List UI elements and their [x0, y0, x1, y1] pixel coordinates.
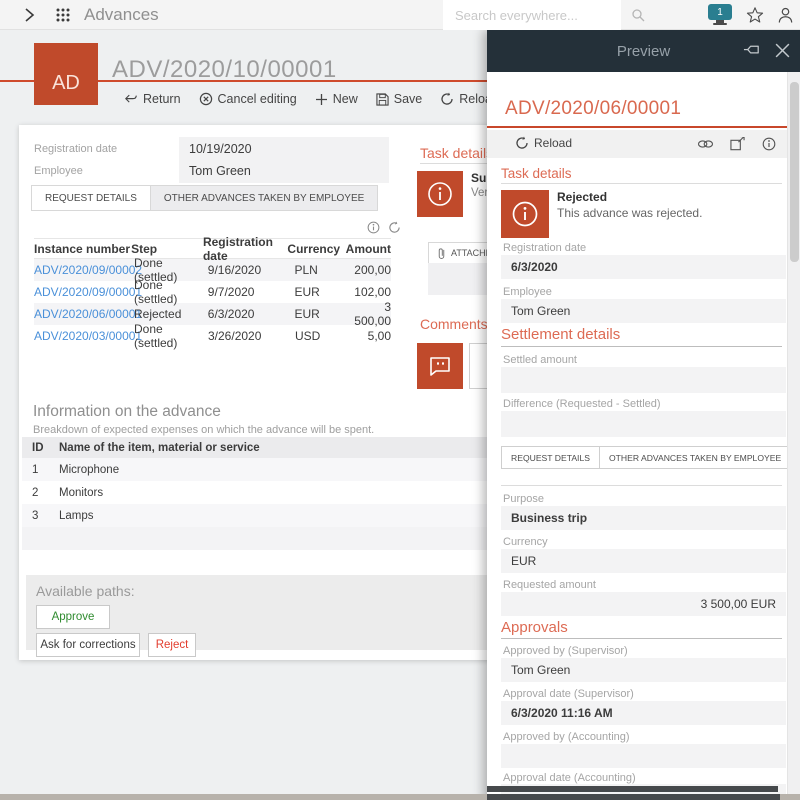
search-input[interactable]	[455, 8, 631, 23]
paperclip-icon	[437, 247, 446, 260]
task-details-heading: Task details	[420, 145, 493, 161]
tasks-counter-badge: 1	[708, 4, 732, 20]
available-paths-label: Available paths:	[36, 583, 135, 599]
employee-label: Employee	[34, 165, 83, 177]
purpose-label: Purpose	[503, 493, 544, 505]
instance-link[interactable]: ADV/2020/03/00001	[34, 329, 134, 343]
preview-employee-label: Employee	[503, 286, 552, 298]
preview-task-status: Rejected	[557, 190, 607, 204]
preview-registration-date-value: 6/3/2020	[501, 255, 786, 279]
pin-icon[interactable]	[743, 42, 762, 60]
currency-label: Currency	[503, 536, 548, 548]
user-profile-icon[interactable]	[772, 0, 798, 30]
task-status-icon	[417, 171, 463, 217]
preview-doc-title: ADV/2020/06/00001	[505, 98, 681, 120]
approved-by-accounting-label: Approved by (Accounting)	[503, 731, 630, 743]
preview-vertical-scrollbar[interactable]	[787, 72, 800, 800]
difference-value	[501, 411, 786, 437]
settled-amount-value	[501, 367, 786, 393]
scrollbar-thumb[interactable]	[487, 794, 780, 800]
requested-amount-label: Requested amount	[503, 579, 596, 591]
copy-link-icon[interactable]	[697, 137, 714, 151]
scrollbar-thumb[interactable]	[790, 82, 799, 262]
tab-other-advances[interactable]: OTHER ADVANCES TAKEN BY EMPLOYEE	[151, 185, 378, 211]
registration-date-label: Registration date	[34, 143, 117, 155]
preview-reload-button[interactable]: Reload	[515, 136, 572, 150]
avatar: AD	[34, 43, 98, 105]
table-header: Instance number Step Registration date C…	[34, 238, 391, 259]
instance-link[interactable]: ADV/2020/09/00002	[34, 263, 134, 277]
preview-tab-other-advances[interactable]: OTHER ADVANCES TAKEN BY EMPLOYEE	[600, 446, 791, 469]
cancel-editing-button[interactable]: Cancel editing	[199, 88, 297, 110]
settlement-details-heading: Settlement details	[501, 326, 620, 343]
difference-label: Difference (Requested - Settled)	[503, 398, 661, 410]
table-row: ADV/2020/03/00001 Done (settled) 3/26/20…	[34, 325, 391, 347]
return-button[interactable]: Return	[124, 88, 181, 110]
info-section-subtitle: Breakdown of expected expenses on which …	[33, 424, 374, 436]
ask-for-corrections-button[interactable]: Ask for corrections	[36, 633, 140, 657]
table-row: ADV/2020/09/00001 Done (settled) 9/7/202…	[34, 281, 391, 303]
settled-amount-label: Settled amount	[503, 354, 577, 366]
close-icon[interactable]	[774, 42, 791, 59]
tab-request-details[interactable]: REQUEST DETAILS	[31, 185, 151, 211]
registration-date-value: 10/19/2020	[189, 142, 252, 156]
requested-amount-value: 3 500,00 EUR	[501, 592, 786, 616]
save-button[interactable]: Save	[376, 88, 423, 110]
info-icon[interactable]	[367, 221, 380, 234]
preview-task-description: This advance was rejected.	[557, 206, 702, 220]
expand-chevron-icon[interactable]	[14, 0, 44, 30]
preview-task-status-icon	[501, 190, 549, 238]
preview-header: Preview	[487, 30, 800, 72]
approved-by-supervisor-label: Approved by (Supervisor)	[503, 645, 628, 657]
form-tabs: REQUEST DETAILS OTHER ADVANCES TAKEN BY …	[31, 185, 378, 211]
instance-link[interactable]: ADV/2020/09/00001	[34, 285, 134, 299]
preview-registration-date-label: Registration date	[503, 242, 586, 254]
reload-icon	[515, 136, 529, 150]
new-button[interactable]: New	[315, 88, 358, 110]
preview-toolbar: Reload	[487, 130, 787, 158]
preview-panel: Preview ADV/2020/06/00001 Reload Task de…	[487, 30, 800, 800]
page-title: ADV/2020/10/00001	[112, 56, 337, 84]
top-bar: Advances 1	[0, 0, 800, 30]
info-icon[interactable]	[762, 137, 776, 151]
info-section-title: Information on the advance	[33, 403, 221, 421]
table-row: ADV/2020/06/00001 Rejected 6/3/2020 EUR …	[34, 303, 391, 325]
instance-link[interactable]: ADV/2020/06/00001	[34, 307, 134, 321]
preview-tabs: REQUEST DETAILS OTHER ADVANCES TAKEN BY …	[501, 446, 791, 469]
favorites-star-icon[interactable]	[742, 0, 768, 30]
preview-employee-value: Tom Green	[501, 299, 786, 323]
page-horizontal-scrollbar[interactable]	[0, 794, 800, 800]
approve-button[interactable]: Approve	[36, 605, 110, 629]
table-actions	[367, 221, 401, 234]
tasks-counter-icon[interactable]: 1	[706, 3, 734, 27]
approvals-heading: Approvals	[501, 619, 568, 636]
approved-by-accounting-value	[501, 744, 786, 768]
preview-horizontal-scrollbar-thumb[interactable]	[487, 786, 778, 792]
preview-task-details-heading: Task details	[501, 166, 572, 181]
app-title: Advances	[84, 0, 159, 30]
comments-heading: Comments	[420, 316, 488, 332]
comment-button[interactable]	[417, 343, 463, 389]
preview-tab-request-details[interactable]: REQUEST DETAILS	[501, 446, 600, 469]
approved-by-supervisor-value: Tom Green	[501, 658, 786, 682]
approval-date-accounting-label: Approval date (Accounting)	[503, 772, 636, 784]
other-advances-table: Instance number Step Registration date C…	[34, 238, 391, 347]
preview-accent-line	[487, 126, 787, 128]
open-in-new-window-icon[interactable]	[730, 137, 745, 151]
form-toolbar: Return Cancel editing New Save Reload	[124, 88, 499, 110]
employee-value: Tom Green	[189, 164, 251, 178]
refresh-icon[interactable]	[388, 221, 401, 234]
global-search[interactable]	[443, 0, 621, 30]
purpose-value: Business trip	[501, 506, 786, 530]
table-row: ADV/2020/09/00002 Done (settled) 9/16/20…	[34, 259, 391, 281]
search-icon[interactable]	[631, 8, 645, 22]
app-launcher-waffle-icon[interactable]	[50, 0, 76, 30]
approval-date-supervisor-value: 6/3/2020 11:16 AM	[501, 701, 786, 725]
reject-button[interactable]: Reject	[148, 633, 196, 657]
currency-value: EUR	[501, 549, 786, 573]
approval-date-supervisor-label: Approval date (Supervisor)	[503, 688, 634, 700]
